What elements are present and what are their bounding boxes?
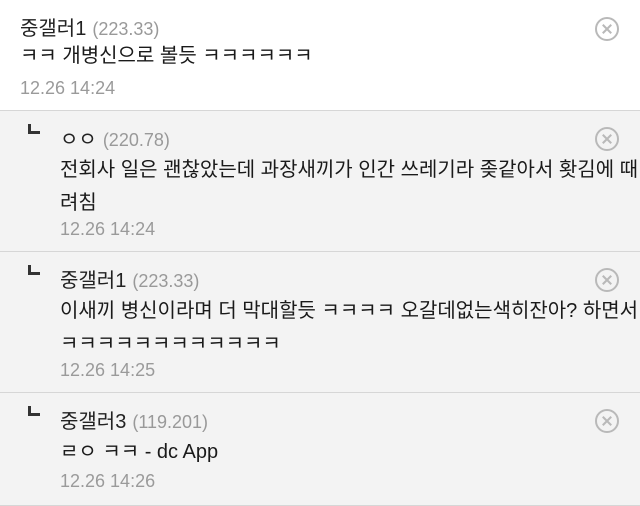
- comment-nickname[interactable]: ㅇㅇ: [60, 123, 97, 152]
- comment-date: 12.26 14:24: [60, 219, 156, 239]
- reply-item: 중갤러1 (223.33) 이새끼 병신이라며 더 막대할듯 ㅋㅋㅋㅋ 오갈데없…: [0, 252, 640, 393]
- comment-date: 12.26 14:26: [60, 471, 156, 491]
- comment-ip: (223.33): [132, 271, 200, 291]
- comment-text: 전회사 일은 괜찮았는데 과장새끼가 인간 쓰레기라 좆같아서 홧김에 때 려침: [60, 159, 639, 214]
- comment-author: ㅇㅇ (220.78): [60, 123, 170, 152]
- comment-item: 중갤러1 (223.33) ㅋㅋ 개병신으로 볼듯 ㅋㅋㅋㅋㅋㅋ 12.26 1…: [0, 0, 640, 111]
- reply-item: 중갤러3 (119.201) ㄹㅇ ㅋㅋ - dc App 12.26 14:2…: [0, 393, 640, 506]
- delete-comment-button[interactable]: [595, 17, 619, 41]
- comment-date: 12.26 14:25: [60, 360, 156, 380]
- delete-comment-button[interactable]: [595, 268, 619, 292]
- reply-item: ㅇㅇ (220.78) 전회사 일은 괜찮았는데 과장새끼가 인간 쓰레기라 좆…: [0, 111, 640, 252]
- comment-ip: (223.33): [92, 19, 160, 39]
- comment-date: 12.26 14:24: [20, 78, 116, 98]
- comment-ip: (119.201): [132, 412, 209, 432]
- comment-text: ㅋㅋ 개병신으로 볼듯 ㅋㅋㅋㅋㅋㅋ: [20, 45, 313, 67]
- comment-ip: (220.78): [102, 130, 170, 150]
- comment-nickname[interactable]: 중갤러1: [60, 264, 126, 293]
- comment-nickname[interactable]: 중갤러1: [20, 12, 86, 41]
- reply-arrow-icon: [28, 406, 40, 416]
- comment-nickname[interactable]: 중갤러3: [60, 405, 126, 434]
- comment-author: 중갤러1 (223.33): [60, 264, 199, 293]
- reply-arrow-icon: [28, 265, 40, 275]
- delete-comment-button[interactable]: [595, 409, 619, 433]
- comment-author: 중갤러1 (223.33): [20, 12, 159, 41]
- delete-comment-button[interactable]: [595, 127, 619, 151]
- comment-list: 중갤러1 (223.33) ㅋㅋ 개병신으로 볼듯 ㅋㅋㅋㅋㅋㅋ 12.26 1…: [0, 0, 640, 506]
- comment-text: 이새끼 병신이라며 더 막대할듯 ㅋㅋㅋㅋ 오갈데없는색히잔아? 하면서 ㅋㅋㅋ…: [60, 300, 639, 355]
- comment-text: ㄹㅇ ㅋㅋ - dc App: [60, 441, 219, 463]
- reply-arrow-icon: [28, 124, 40, 134]
- comment-author: 중갤러3 (119.201): [60, 405, 208, 434]
